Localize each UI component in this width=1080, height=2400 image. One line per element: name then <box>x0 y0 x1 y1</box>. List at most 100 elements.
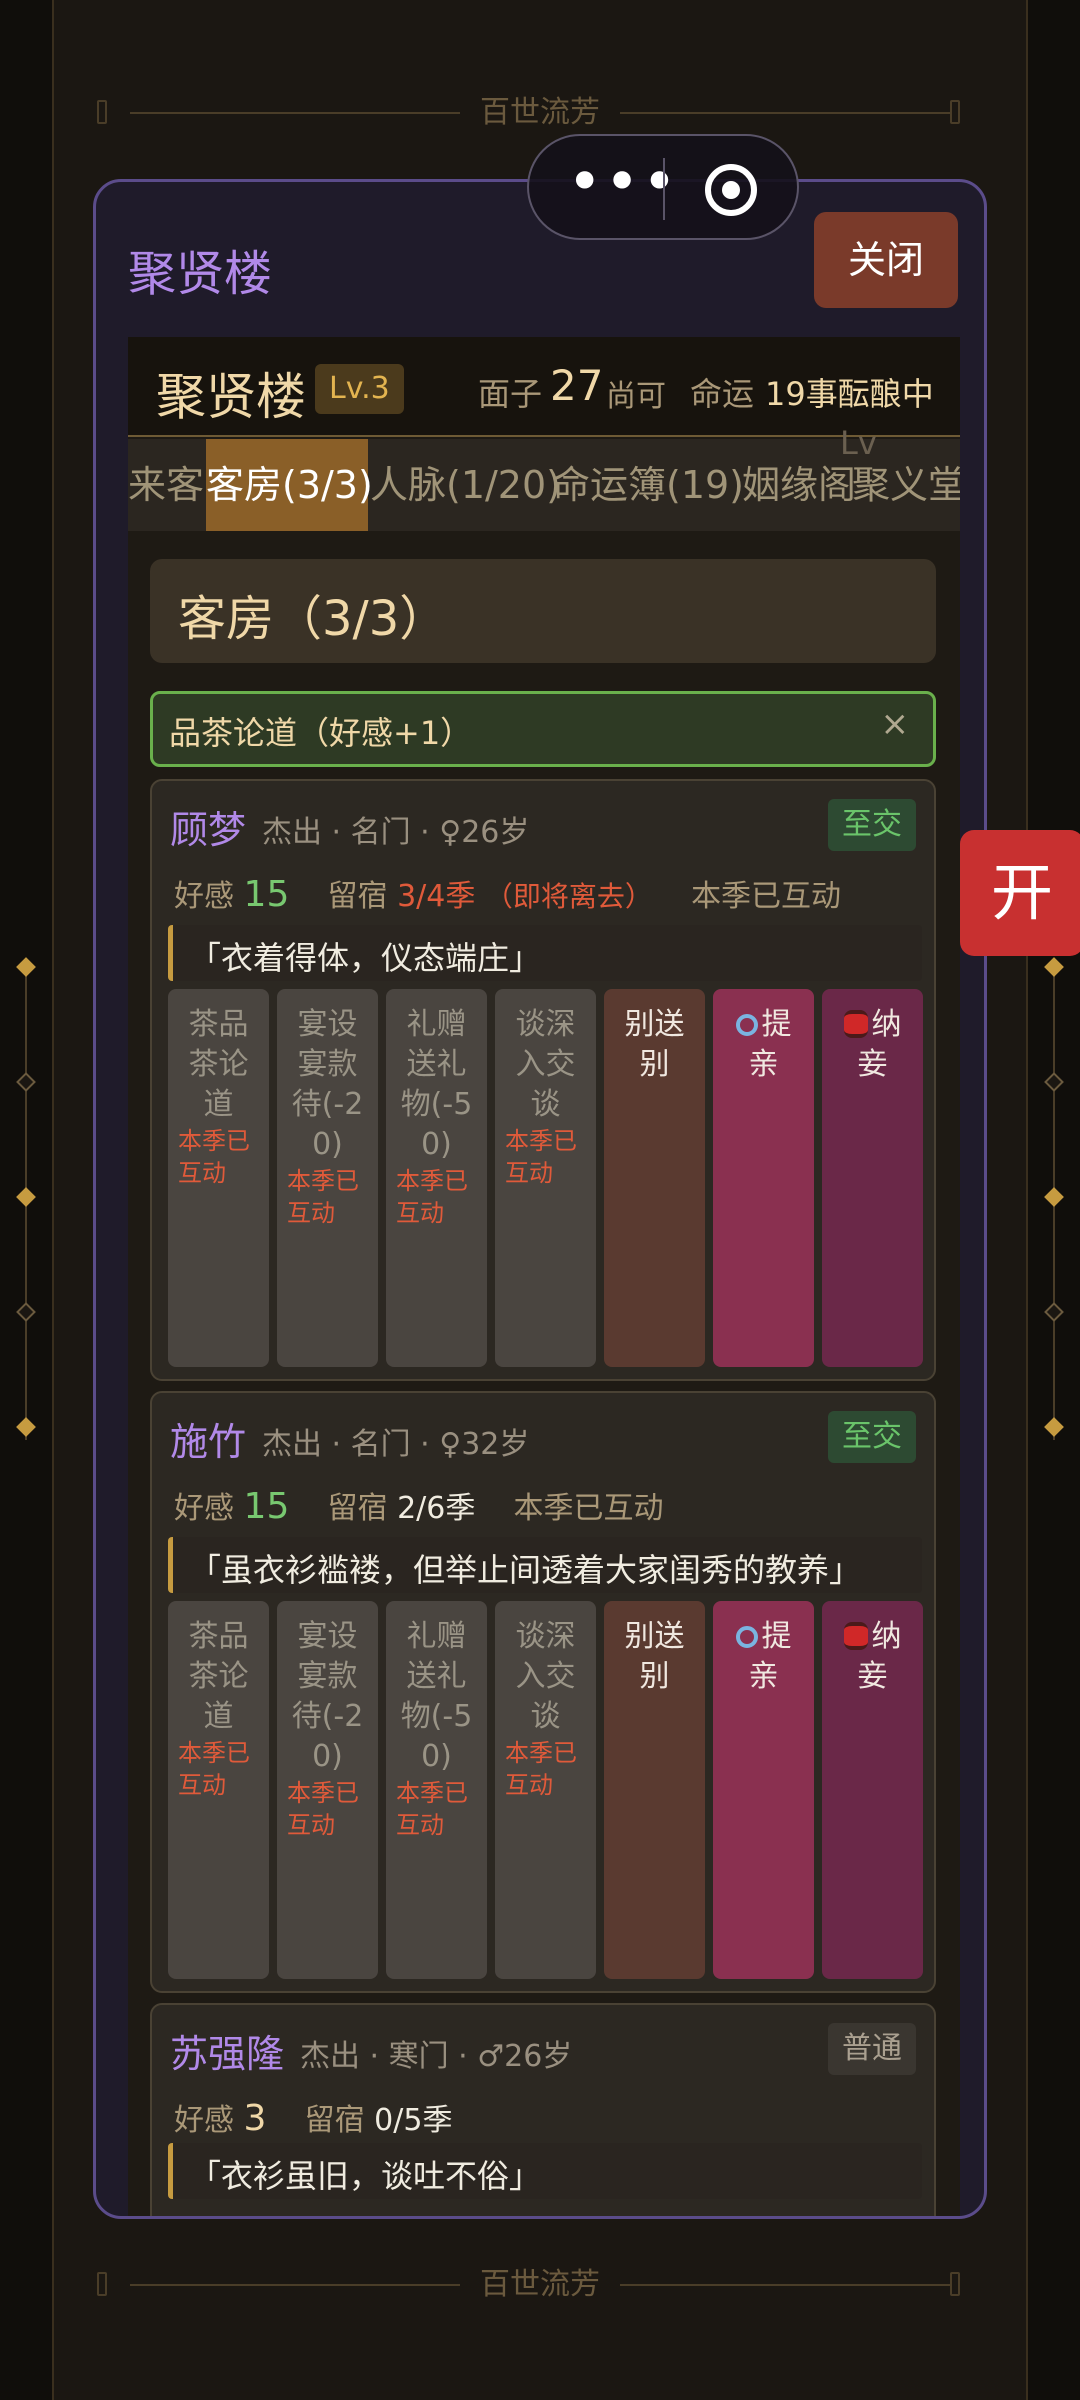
more-dots-icon[interactable]: ••• <box>567 152 677 212</box>
guest-name[interactable]: 苏强隆 <box>170 2023 284 2078</box>
action-note: 本季已互动 <box>178 1739 250 1799</box>
tab-fate-book[interactable]: 命运簿(19) <box>552 439 744 531</box>
miniprogram-capsule: ••• <box>527 134 799 240</box>
favor-label: 好感 <box>174 2103 234 2138</box>
banner-top: 百世流芳 <box>0 88 1080 138</box>
talk-action-button[interactable]: 谈深入交谈 本季已互动 <box>495 1601 596 1979</box>
guest-card: 施竹 杰出 · 名门 · ♀32岁 至交 好感 15 留宿 2/6季 本季已互动… <box>150 1391 936 1993</box>
action-label: 宴设宴款待(-20) <box>291 1619 364 1774</box>
toast-close-icon[interactable]: × <box>881 704 910 744</box>
tea-action-button[interactable]: 茶品茶论道 本季已互动 <box>168 1601 269 1979</box>
action-label: 茶品茶论道 <box>188 1007 249 1122</box>
open-button[interactable]: 开 <box>960 830 1080 956</box>
tab-network[interactable]: 人脉(1/20) <box>370 439 561 531</box>
action-toast: 品茶论道（好感+1） × <box>150 691 936 767</box>
tea-action-button[interactable]: 茶品茶论道 本季已互动 <box>168 989 269 1367</box>
relation-badge: 普通 <box>828 2023 916 2075</box>
guest-meta: 杰出 · 名门 · ♀32岁 <box>262 1427 530 1462</box>
modal-title: 聚贤楼 <box>128 246 273 302</box>
tab-guests[interactable]: 来客 <box>128 439 206 531</box>
action-label: 别送别 <box>624 1619 685 1694</box>
favor-label: 好感 <box>174 1491 234 1526</box>
banner-bottom: 百世流芳 <box>0 2260 1080 2310</box>
banner-line-right <box>620 112 950 114</box>
section-title: 客房（3/3） <box>178 591 448 647</box>
side-ornament-left <box>16 957 36 1440</box>
guest-meta: 杰出 · 寒门 · ♂26岁 <box>300 2039 573 2074</box>
section-header: 客房（3/3） <box>150 559 936 663</box>
ring-icon <box>735 1014 758 1036</box>
guest-quote: 「虽衣衫褴褛，但举止间透着大家闺秀的教养」 <box>168 1537 922 1593</box>
capsule-divider <box>663 158 665 220</box>
action-label: 茶品茶论道 <box>188 1619 249 1734</box>
face-grade: 尚可 <box>606 379 666 414</box>
lantern-icon <box>843 1622 868 1650</box>
diamond-outline-icon <box>1044 1302 1064 1322</box>
stay-warning: （即将离去） <box>484 880 653 913</box>
relation-badge: 至交 <box>828 799 916 851</box>
propose-action-button[interactable]: 提亲 <box>713 1601 814 1979</box>
guest-quote: 「衣着得体，仪态端庄」 <box>168 925 922 981</box>
banner-line-right <box>620 2284 950 2286</box>
hall-panel: 聚贤楼 Lv.3 面子 27 尚可 命运 19事酝酿中 来客 客房(3/3) 人… <box>128 337 960 2216</box>
target-circle-icon[interactable] <box>705 164 757 216</box>
hall-modal: 聚贤楼 关闭 聚贤楼 Lv.3 面子 27 尚可 命运 19事酝酿中 来客 客房… <box>93 179 987 2219</box>
banner-line-left <box>130 2284 460 2286</box>
propose-action-button[interactable]: 提亲 <box>713 989 814 1367</box>
concubine-action-button[interactable]: 纳妾 <box>822 1601 923 1979</box>
favor-label: 好感 <box>174 879 234 914</box>
diamond-icon <box>16 1417 36 1437</box>
favor-value: 15 <box>243 1486 290 1527</box>
diamond-icon <box>16 957 36 977</box>
action-note: 本季已互动 <box>505 1739 577 1799</box>
gift-action-button[interactable]: 礼赠送礼物(-50) 本季已互动 <box>386 989 487 1367</box>
guest-name[interactable]: 施竹 <box>170 1411 246 1466</box>
action-label: 别送别 <box>624 1007 685 1082</box>
side-ornament-right <box>1044 957 1064 1440</box>
guest-card: 苏强隆 杰出 · 寒门 · ♂26岁 普通 好感 3 留宿 0/5季 「衣衫虽旧… <box>150 2003 936 2216</box>
action-label: 谈深入交谈 <box>515 1619 576 1734</box>
relation-badge: 至交 <box>828 1411 916 1463</box>
tab-rooms[interactable]: 客房(3/3) <box>206 439 373 531</box>
stay-label: 留宿 <box>327 879 388 914</box>
concubine-action-button[interactable]: 纳妾 <box>822 989 923 1367</box>
banner-cap-left <box>97 2272 107 2296</box>
talk-action-button[interactable]: 谈深入交谈 本季已互动 <box>495 989 596 1367</box>
face-value: 27 <box>550 361 604 410</box>
stay-value: 0/5季 <box>374 2103 453 2138</box>
farewell-action-button[interactable]: 别送别 <box>604 989 705 1367</box>
face-label: 面子 <box>478 375 543 413</box>
guest-stats: 好感 15 留宿 3/4季 （即将离去） 本季已互动 <box>174 871 841 915</box>
lantern-icon <box>843 1010 868 1038</box>
banquet-action-button[interactable]: 宴设宴款待(-20) 本季已互动 <box>277 989 378 1367</box>
banner-bottom-text: 百世流芳 <box>480 2267 600 2302</box>
fate-value: 19事酝酿中 <box>765 375 934 413</box>
level-badge: Lv.3 <box>315 364 404 414</box>
banquet-action-button[interactable]: 宴设宴款待(-20) 本季已互动 <box>277 1601 378 1979</box>
interacted-status: 本季已互动 <box>513 1491 664 1526</box>
banner-cap-right <box>950 100 960 124</box>
screen: 百世流芳 百世流芳 ••• 开 聚贤楼 关闭 聚贤楼 Lv.3 面子 27 尚可… <box>0 0 1080 2400</box>
action-label: 宴设宴款待(-20) <box>291 1007 364 1162</box>
hall-name: 聚贤楼 <box>156 368 306 426</box>
close-button[interactable]: 关闭 <box>814 212 958 308</box>
farewell-action-button[interactable]: 别送别 <box>604 1601 705 1979</box>
ring-icon <box>735 1626 758 1648</box>
action-row: 茶品茶论道 本季已互动 宴设宴款待(-20) 本季已互动 礼赠送礼物(-50) … <box>168 1601 923 1979</box>
banner-cap-left <box>97 100 107 124</box>
stay-value: 2/6季 <box>397 1491 476 1526</box>
banner-line-left <box>130 112 460 114</box>
tab-bar: 来客 客房(3/3) 人脉(1/20) 命运簿(19) 姻缘阁 聚义堂 <box>128 439 960 531</box>
diamond-icon <box>16 1187 36 1207</box>
quote-text: 「衣着得体，仪态端庄」 <box>189 939 542 977</box>
interacted-status: 本季已互动 <box>691 879 842 914</box>
guest-name[interactable]: 顾梦 <box>170 799 246 854</box>
gift-action-button[interactable]: 礼赠送礼物(-50) 本季已互动 <box>386 1601 487 1979</box>
tab-marriage[interactable]: 姻缘阁 <box>742 439 856 531</box>
action-note: 本季已互动 <box>396 1167 468 1227</box>
guest-stats: 好感 3 留宿 0/5季 <box>174 2095 452 2139</box>
section-peek-label: Lv <box>840 424 877 462</box>
banner-top-text: 百世流芳 <box>480 95 600 130</box>
action-note: 本季已互动 <box>505 1127 577 1187</box>
stay-label: 留宿 <box>327 1491 388 1526</box>
